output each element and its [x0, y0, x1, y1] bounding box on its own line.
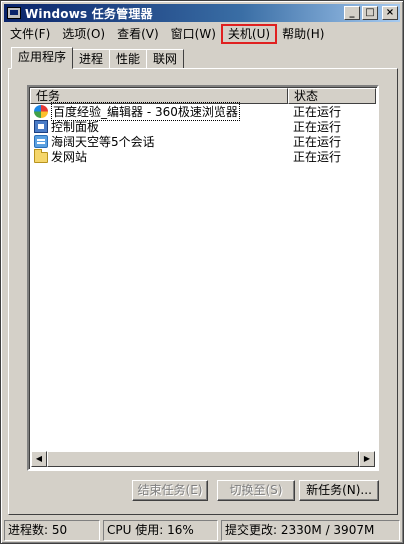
task-list[interactable]: 任务 状态 百度经验_编辑器 - 360极速浏览器 正在运行 控制面板 正在运行	[27, 85, 379, 471]
tab-applications[interactable]: 应用程序	[11, 47, 74, 69]
task-status: 正在运行	[293, 150, 342, 164]
table-row[interactable]: 发网站 正在运行	[30, 149, 376, 164]
task-manager-icon	[7, 7, 21, 19]
switch-to-button[interactable]: 切换至(S)	[217, 480, 295, 501]
cpu-usage: CPU 使用: 16%	[103, 520, 218, 541]
table-row[interactable]: 海阔天空等5个会话 正在运行	[30, 134, 376, 149]
scroll-right-arrow-icon[interactable]: ▶	[359, 451, 375, 467]
horizontal-scrollbar[interactable]: ◀ ▶	[31, 451, 375, 467]
menu-window[interactable]: 窗口(W)	[165, 25, 222, 43]
menu-file[interactable]: 文件(F)	[4, 25, 56, 43]
task-manager-window: Windows 任务管理器 _ □ × 文件(F) 选项(O) 查看(V) 窗口…	[0, 0, 404, 544]
chat-icon	[34, 135, 48, 148]
menu-view[interactable]: 查看(V)	[111, 25, 165, 43]
tab-strip: 应用程序 进程 性能 联网	[11, 47, 185, 69]
close-button[interactable]: ×	[382, 6, 398, 20]
scroll-left-arrow-icon[interactable]: ◀	[31, 451, 47, 467]
menu-shutdown[interactable]: 关机(U)	[220, 23, 278, 44]
window-controls: _ □ ×	[344, 6, 398, 20]
process-count: 进程数: 50	[4, 520, 100, 541]
table-row[interactable]: 控制面板 正在运行	[30, 119, 376, 134]
tab-performance[interactable]: 性能	[109, 49, 148, 69]
end-task-button[interactable]: 结束任务(E)	[132, 480, 208, 501]
menu-bar: 文件(F) 选项(O) 查看(V) 窗口(W) 关机(U) 帮助(H)	[4, 23, 400, 44]
tab-processes[interactable]: 进程	[72, 49, 111, 69]
control-panel-icon	[34, 120, 48, 133]
title-bar[interactable]: Windows 任务管理器 _ □ ×	[4, 4, 400, 22]
column-header-status[interactable]: 状态	[288, 88, 376, 104]
table-row[interactable]: 百度经验_编辑器 - 360极速浏览器 正在运行	[30, 102, 376, 121]
scrollbar-thumb[interactable]	[47, 451, 359, 467]
menu-options[interactable]: 选项(O)	[56, 25, 111, 43]
restore-button[interactable]: □	[362, 6, 378, 20]
tab-networking[interactable]: 联网	[146, 49, 185, 69]
list-rows: 百度经验_编辑器 - 360极速浏览器 正在运行 控制面板 正在运行 海阔天空等…	[30, 102, 376, 164]
status-bar: 进程数: 50 CPU 使用: 16% 提交更改: 2330M / 3907M	[4, 520, 400, 541]
new-task-button[interactable]: 新任务(N)...	[299, 480, 379, 501]
folder-icon	[34, 149, 48, 163]
menu-help[interactable]: 帮助(H)	[276, 25, 330, 43]
minimize-button[interactable]: _	[344, 6, 360, 20]
commit-charge: 提交更改: 2330M / 3907M	[221, 520, 400, 541]
browser-icon	[34, 105, 48, 118]
task-name: 发网站	[51, 150, 88, 164]
window-title: Windows 任务管理器	[25, 6, 153, 21]
